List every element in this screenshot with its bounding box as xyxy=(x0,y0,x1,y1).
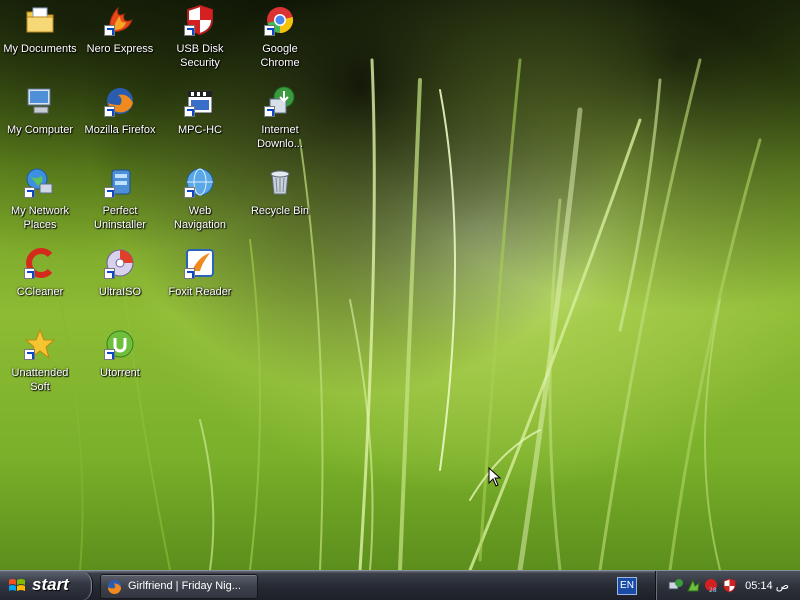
start-label: start xyxy=(32,575,69,594)
icon-label: Mozilla Firefox xyxy=(84,124,156,136)
icon-label: Unattended Soft xyxy=(11,367,69,393)
taskbar-button-label: Girlfriend | Friday Nig... xyxy=(128,580,241,592)
icon-label: Nero Express xyxy=(86,43,154,55)
network-places-icon xyxy=(24,166,56,198)
network-tray-icon[interactable] xyxy=(668,578,683,593)
desktop-icon-my-documents[interactable]: My Documents xyxy=(0,2,80,80)
shortcut-arrow-icon xyxy=(264,25,275,36)
desktop-icon-foxit-reader[interactable]: Foxit Reader xyxy=(160,245,240,323)
icon-label: CCleaner xyxy=(16,286,64,298)
firefox-icon xyxy=(104,85,136,117)
shortcut-arrow-icon xyxy=(104,106,115,117)
shortcut-arrow-icon xyxy=(24,349,35,360)
shortcut-arrow-icon xyxy=(184,187,195,198)
start-button[interactable]: start xyxy=(0,571,93,600)
desktop-icon-utorrent[interactable]: Utorrent xyxy=(80,326,160,404)
desktop-icon-ccleaner[interactable]: CCleaner xyxy=(0,245,80,323)
shortcut-arrow-icon xyxy=(184,268,195,279)
ccleaner-icon xyxy=(24,247,56,279)
mouse-pointer-icon xyxy=(488,467,502,487)
internet-download-manager-icon xyxy=(264,85,296,117)
shortcut-arrow-icon xyxy=(104,349,115,360)
shortcut-arrow-icon xyxy=(104,187,115,198)
icon-label: My Documents xyxy=(3,43,77,55)
nero-express-icon xyxy=(104,4,136,36)
shortcut-arrow-icon xyxy=(24,187,35,198)
download-manager-tray-icon[interactable] xyxy=(686,578,701,593)
icon-label: My Computer xyxy=(6,124,74,136)
ultraiso-icon xyxy=(104,247,136,279)
clock[interactable]: 05:14 ص xyxy=(745,571,789,600)
desktop-icon-ultraiso[interactable]: UltraISO xyxy=(80,245,160,323)
desktop-icon-web-navigation[interactable]: Web Navigation xyxy=(160,164,240,242)
icon-label: My Network Places xyxy=(10,205,70,231)
desktop-icon-perfect-uninstaller[interactable]: Perfect Uninstaller xyxy=(80,164,160,242)
antivirus-tray-icon[interactable]: 28 xyxy=(704,578,719,593)
shortcut-arrow-icon xyxy=(104,268,115,279)
icon-label: Perfect Uninstaller xyxy=(94,205,146,231)
web-navigation-icon xyxy=(184,166,216,198)
taskbar: start Girlfriend | Friday Nig... EN 28 0… xyxy=(0,570,800,600)
desktop: My Documents My Computer My Network Plac… xyxy=(0,0,800,570)
icon-label: UltraISO xyxy=(98,286,142,298)
unattended-soft-icon xyxy=(24,328,56,360)
icon-label: MPC-HC xyxy=(178,124,222,136)
windows-logo-icon xyxy=(9,579,25,591)
desktop-icon-google-chrome[interactable]: Google Chrome xyxy=(240,2,320,80)
folder-documents-icon xyxy=(24,4,56,36)
tray-badge: 28 xyxy=(709,587,717,593)
mpc-hc-icon xyxy=(184,85,216,117)
language-indicator[interactable]: EN xyxy=(617,577,637,595)
desktop-icon-usb-disk-security[interactable]: USB Disk Security xyxy=(160,2,240,80)
desktop-icon-mpc-hc[interactable]: MPC-HC xyxy=(160,83,240,161)
shortcut-arrow-icon xyxy=(24,268,35,279)
shortcut-arrow-icon xyxy=(184,25,195,36)
desktop-icon-mozilla-firefox[interactable]: Mozilla Firefox xyxy=(80,83,160,161)
google-chrome-icon xyxy=(264,4,296,36)
desktop-icon-my-computer[interactable]: My Computer xyxy=(0,83,80,161)
usb-disk-security-icon xyxy=(184,4,216,36)
desktop-icon-unattended-soft[interactable]: Unattended Soft xyxy=(0,326,80,404)
shortcut-arrow-icon xyxy=(184,106,195,117)
system-tray: 28 05:14 ص xyxy=(655,571,800,600)
desktop-icon-internet-download-manager[interactable]: Internet Downlo... xyxy=(240,83,320,161)
usb-security-tray-icon[interactable] xyxy=(722,578,737,593)
shortcut-arrow-icon xyxy=(264,106,275,117)
icon-label: Google Chrome xyxy=(260,43,300,69)
shortcut-arrow-icon xyxy=(104,25,115,36)
desktop-icon-recycle-bin[interactable]: Recycle Bin xyxy=(240,164,320,242)
icon-label: USB Disk Security xyxy=(176,43,224,69)
perfect-uninstaller-icon xyxy=(104,166,136,198)
utorrent-icon xyxy=(104,328,136,360)
recycle-bin-icon xyxy=(264,166,296,198)
desktop-icon-my-network-places[interactable]: My Network Places xyxy=(0,164,80,242)
icon-label: Foxit Reader xyxy=(168,286,232,298)
taskbar-button-firefox-window[interactable]: Girlfriend | Friday Nig... xyxy=(100,574,258,599)
icon-label: Recycle Bin xyxy=(250,205,310,217)
icon-label: Web Navigation xyxy=(174,205,226,231)
icon-label: Internet Downlo... xyxy=(257,124,303,150)
foxit-reader-icon xyxy=(184,247,216,279)
firefox-icon xyxy=(107,579,122,594)
desktop-icon-nero-express[interactable]: Nero Express xyxy=(80,2,160,80)
my-computer-icon xyxy=(24,85,56,117)
icon-label: Utorrent xyxy=(100,367,140,379)
